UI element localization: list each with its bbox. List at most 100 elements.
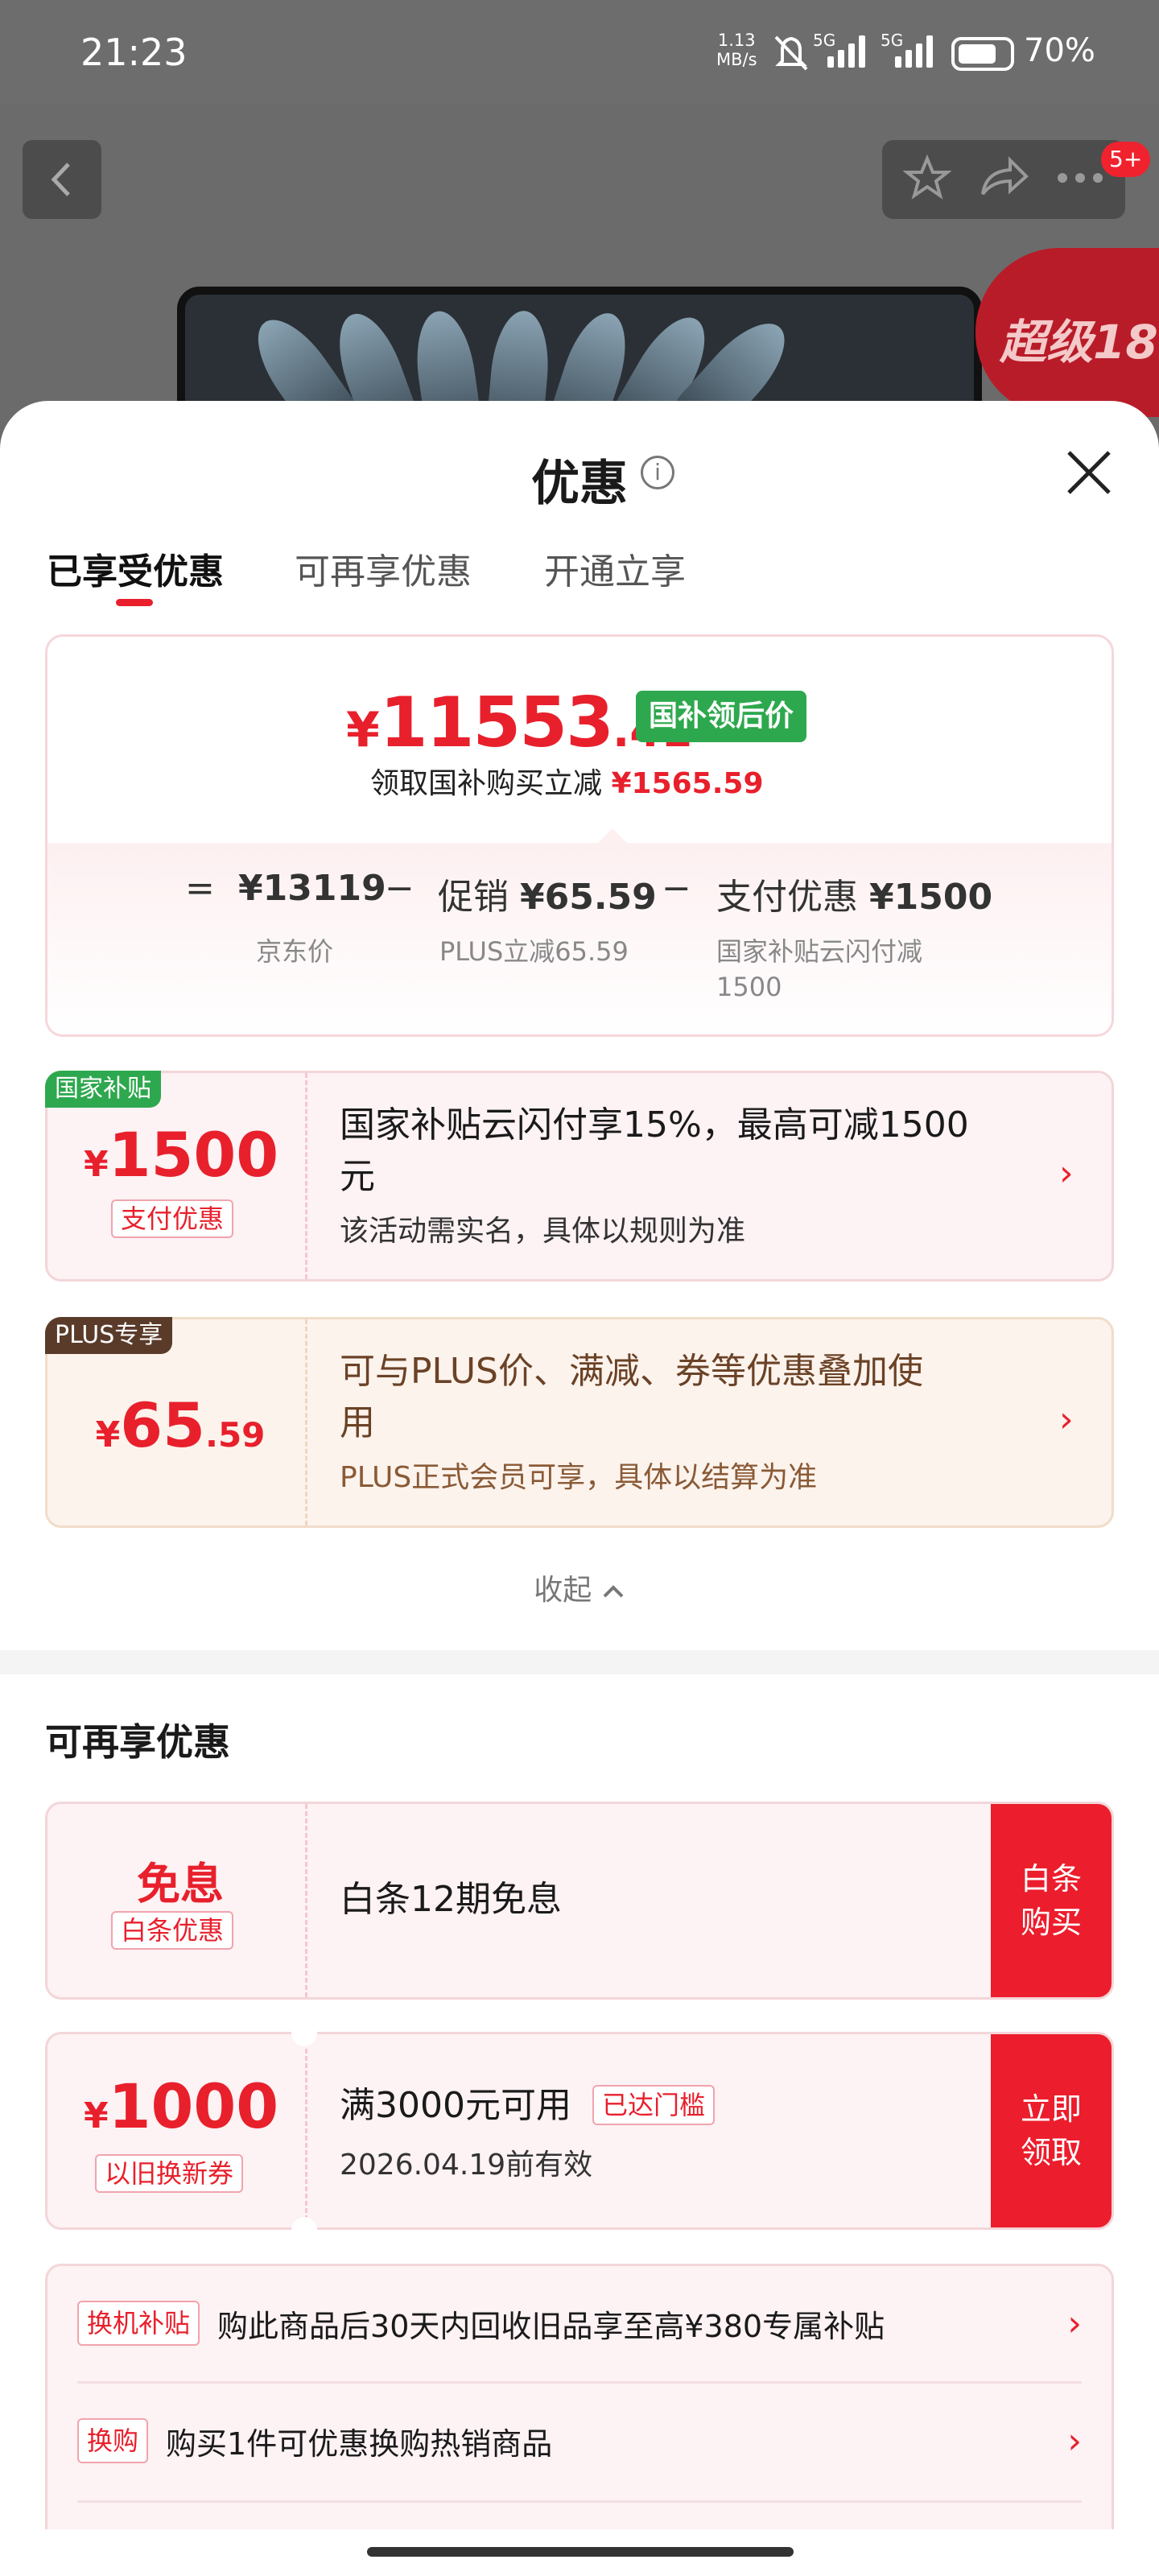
network-speed-unit: MB/s — [716, 50, 757, 69]
promo-amount-value: ¥65.59 — [520, 877, 657, 918]
network-speed: 1.13 MB/s — [716, 31, 757, 69]
discount-lead-amount: ¥1565.59 — [611, 767, 764, 800]
back-button[interactable] — [23, 140, 101, 219]
pay-discount-label: 支付优惠 — [716, 877, 858, 918]
discount-lead: 领取国补购买立减 ¥1565.59 — [370, 760, 764, 802]
plus-discount-amount: ¥65.59 — [84, 1389, 277, 1461]
collapse-label: 收起 — [534, 1574, 592, 1607]
list-divider — [77, 2500, 1082, 2503]
message-count-badge: 5+ — [1101, 142, 1151, 177]
offer2-title-line2: 用 — [340, 1402, 375, 1443]
coupon-condition: 满3000元可用 — [340, 2085, 571, 2126]
pay-sub-line1: 国家补贴云闪付减 — [716, 936, 923, 967]
equals-sign: = — [185, 868, 215, 909]
star-icon[interactable] — [902, 154, 953, 205]
jd-price-label: 京东价 — [256, 936, 334, 967]
trade-in-pill: 以旧换新券 — [95, 2154, 244, 2193]
offer2-title-line1: 可与PLUS价、满减、券等优惠叠加使 — [340, 1351, 923, 1392]
chevron-right-icon: › — [1067, 2302, 1082, 2344]
offer1-amount-value: 1500 — [108, 1119, 279, 1191]
signal-2-icon: 5G — [881, 31, 933, 72]
chevron-left-icon — [51, 163, 70, 196]
section-gap — [0, 1650, 1159, 1674]
share-icon[interactable] — [978, 154, 1029, 205]
jd-price-value: ¥13119 — [238, 868, 386, 909]
price-currency: ¥ — [346, 702, 380, 758]
coupon-notch-top — [291, 2021, 317, 2046]
coupon-expiry: 2026.04.19前有效 — [340, 2149, 593, 2182]
signal-1-icon: 5G — [813, 31, 865, 72]
exchange-purchase-text: 购买1件可优惠换购热销商品 — [166, 2425, 553, 2462]
chevron-up-icon — [603, 1585, 624, 1598]
list-item[interactable]: 换机补贴 购此商品后30天内回收旧品享至高¥380专属补贴 › — [77, 2299, 1082, 2347]
baitiao-button-line1: 白条 — [1020, 1861, 1082, 1897]
pay-sub-line2: 1500 — [716, 972, 782, 1002]
product-image — [177, 287, 982, 415]
offer1-title-line2: 元 — [340, 1156, 375, 1197]
discount-lead-text: 领取国补购买立减 — [370, 767, 603, 800]
info-icon[interactable]: i — [641, 456, 674, 489]
status-time: 21:23 — [80, 31, 188, 74]
coupon-notch-bottom — [291, 2217, 317, 2243]
trade-in-subsidy-tag: 换机补贴 — [77, 2301, 200, 2346]
threshold-reached-tag: 已达门槛 — [592, 2085, 716, 2125]
trade-in-amount: ¥1000 — [84, 2070, 279, 2142]
baitiao-button-line2: 购买 — [1020, 1905, 1082, 1940]
pay-discount-pill: 支付优惠 — [111, 1199, 234, 1238]
national-subsidy-desc: 该活动需实名，具体以规则为准 — [340, 1215, 746, 1248]
offer1-title-line1: 国家补贴云闪付享15%，最高可减1500 — [340, 1104, 969, 1146]
pay-discount-value: ¥1500 — [869, 877, 993, 918]
plus-offer-desc: PLUS正式会员可享，具体以结算为准 — [340, 1461, 818, 1494]
national-subsidy-title: 国家补贴云闪付享15%，最高可减1500 元 — [340, 1100, 969, 1203]
promo-sub-label: PLUS立减65.59 — [439, 936, 629, 967]
offer1-currency: ¥ — [84, 1144, 109, 1185]
battery-icon — [951, 37, 1014, 71]
minus-sign-2: − — [662, 868, 691, 909]
coupon-currency: ¥ — [84, 2095, 109, 2136]
coupon-amount-value: 1000 — [108, 2070, 279, 2142]
network-speed-value: 1.13 — [717, 31, 756, 50]
offer2-currency: ¥ — [95, 1414, 121, 1455]
trade-in-subsidy-text: 购此商品后30天内回收旧品享至高¥380专属补贴 — [217, 2308, 885, 2344]
collapse-button[interactable]: 收起 — [0, 1567, 1159, 1608]
header-actions — [882, 140, 1125, 219]
price-integer: 11553 — [379, 683, 614, 763]
promo-label: 促销 — [438, 877, 509, 918]
promo-amount: 促销 ¥65.59 — [438, 868, 657, 919]
close-icon — [1067, 451, 1111, 494]
pay-discount: 支付优惠 ¥1500 — [716, 868, 992, 919]
plus-exclusive-tag: PLUS专享 — [45, 1317, 173, 1354]
chevron-right-icon: › — [1067, 2420, 1082, 2462]
tab-open-enjoy[interactable]: 开通立享 — [544, 543, 686, 594]
sim2-label: 5G — [881, 31, 904, 50]
offer2-amount-decimal: .59 — [204, 1415, 266, 1455]
chevron-right-icon: › — [1059, 1399, 1074, 1440]
minus-sign-1: − — [385, 868, 415, 909]
exchange-purchase-tag: 换购 — [77, 2418, 149, 2463]
home-indicator[interactable] — [367, 2547, 794, 2557]
list-item[interactable]: 换购 购买1件可优惠换购热销商品 › — [77, 2417, 1082, 2465]
more-icon[interactable] — [1056, 170, 1104, 189]
claim-coupon-button[interactable]: 立即 领取 — [991, 2034, 1112, 2227]
sim1-label: 5G — [813, 31, 836, 50]
close-button[interactable] — [1061, 444, 1117, 501]
tab-more-offers[interactable]: 可再享优惠 — [295, 543, 472, 594]
national-subsidy-amount: ¥1500 — [84, 1119, 279, 1191]
claim-button-line2: 领取 — [1020, 2135, 1082, 2170]
jd-price: ¥13119 — [238, 868, 386, 909]
baitiao-buy-button[interactable]: 白条 购买 — [991, 1804, 1112, 1997]
tab-indicator — [116, 599, 153, 606]
interest-free-label: 免息 — [137, 1858, 224, 1909]
claim-button-line1: 立即 — [1020, 2091, 1082, 2127]
baitiao-offer-title: 白条12期免息 — [340, 1879, 562, 1920]
super-promo-tag: 超级18 — [975, 248, 1159, 417]
tab-enjoyed[interactable]: 已享受优惠 — [47, 543, 224, 594]
sheet-title: 优惠 — [531, 456, 628, 512]
national-subsidy-tag: 国家补贴 — [45, 1071, 161, 1108]
plus-offer-title: 可与PLUS价、满减、券等优惠叠加使 用 — [340, 1346, 923, 1449]
offer2-amount-value: 65 — [120, 1389, 205, 1461]
subsidy-price-tag: 国补领后价 — [636, 691, 807, 742]
baitiao-pill: 白条优惠 — [111, 1911, 234, 1950]
chevron-right-icon: › — [1059, 1153, 1074, 1194]
section-more-offers-title: 可再享优惠 — [45, 1720, 230, 1764]
